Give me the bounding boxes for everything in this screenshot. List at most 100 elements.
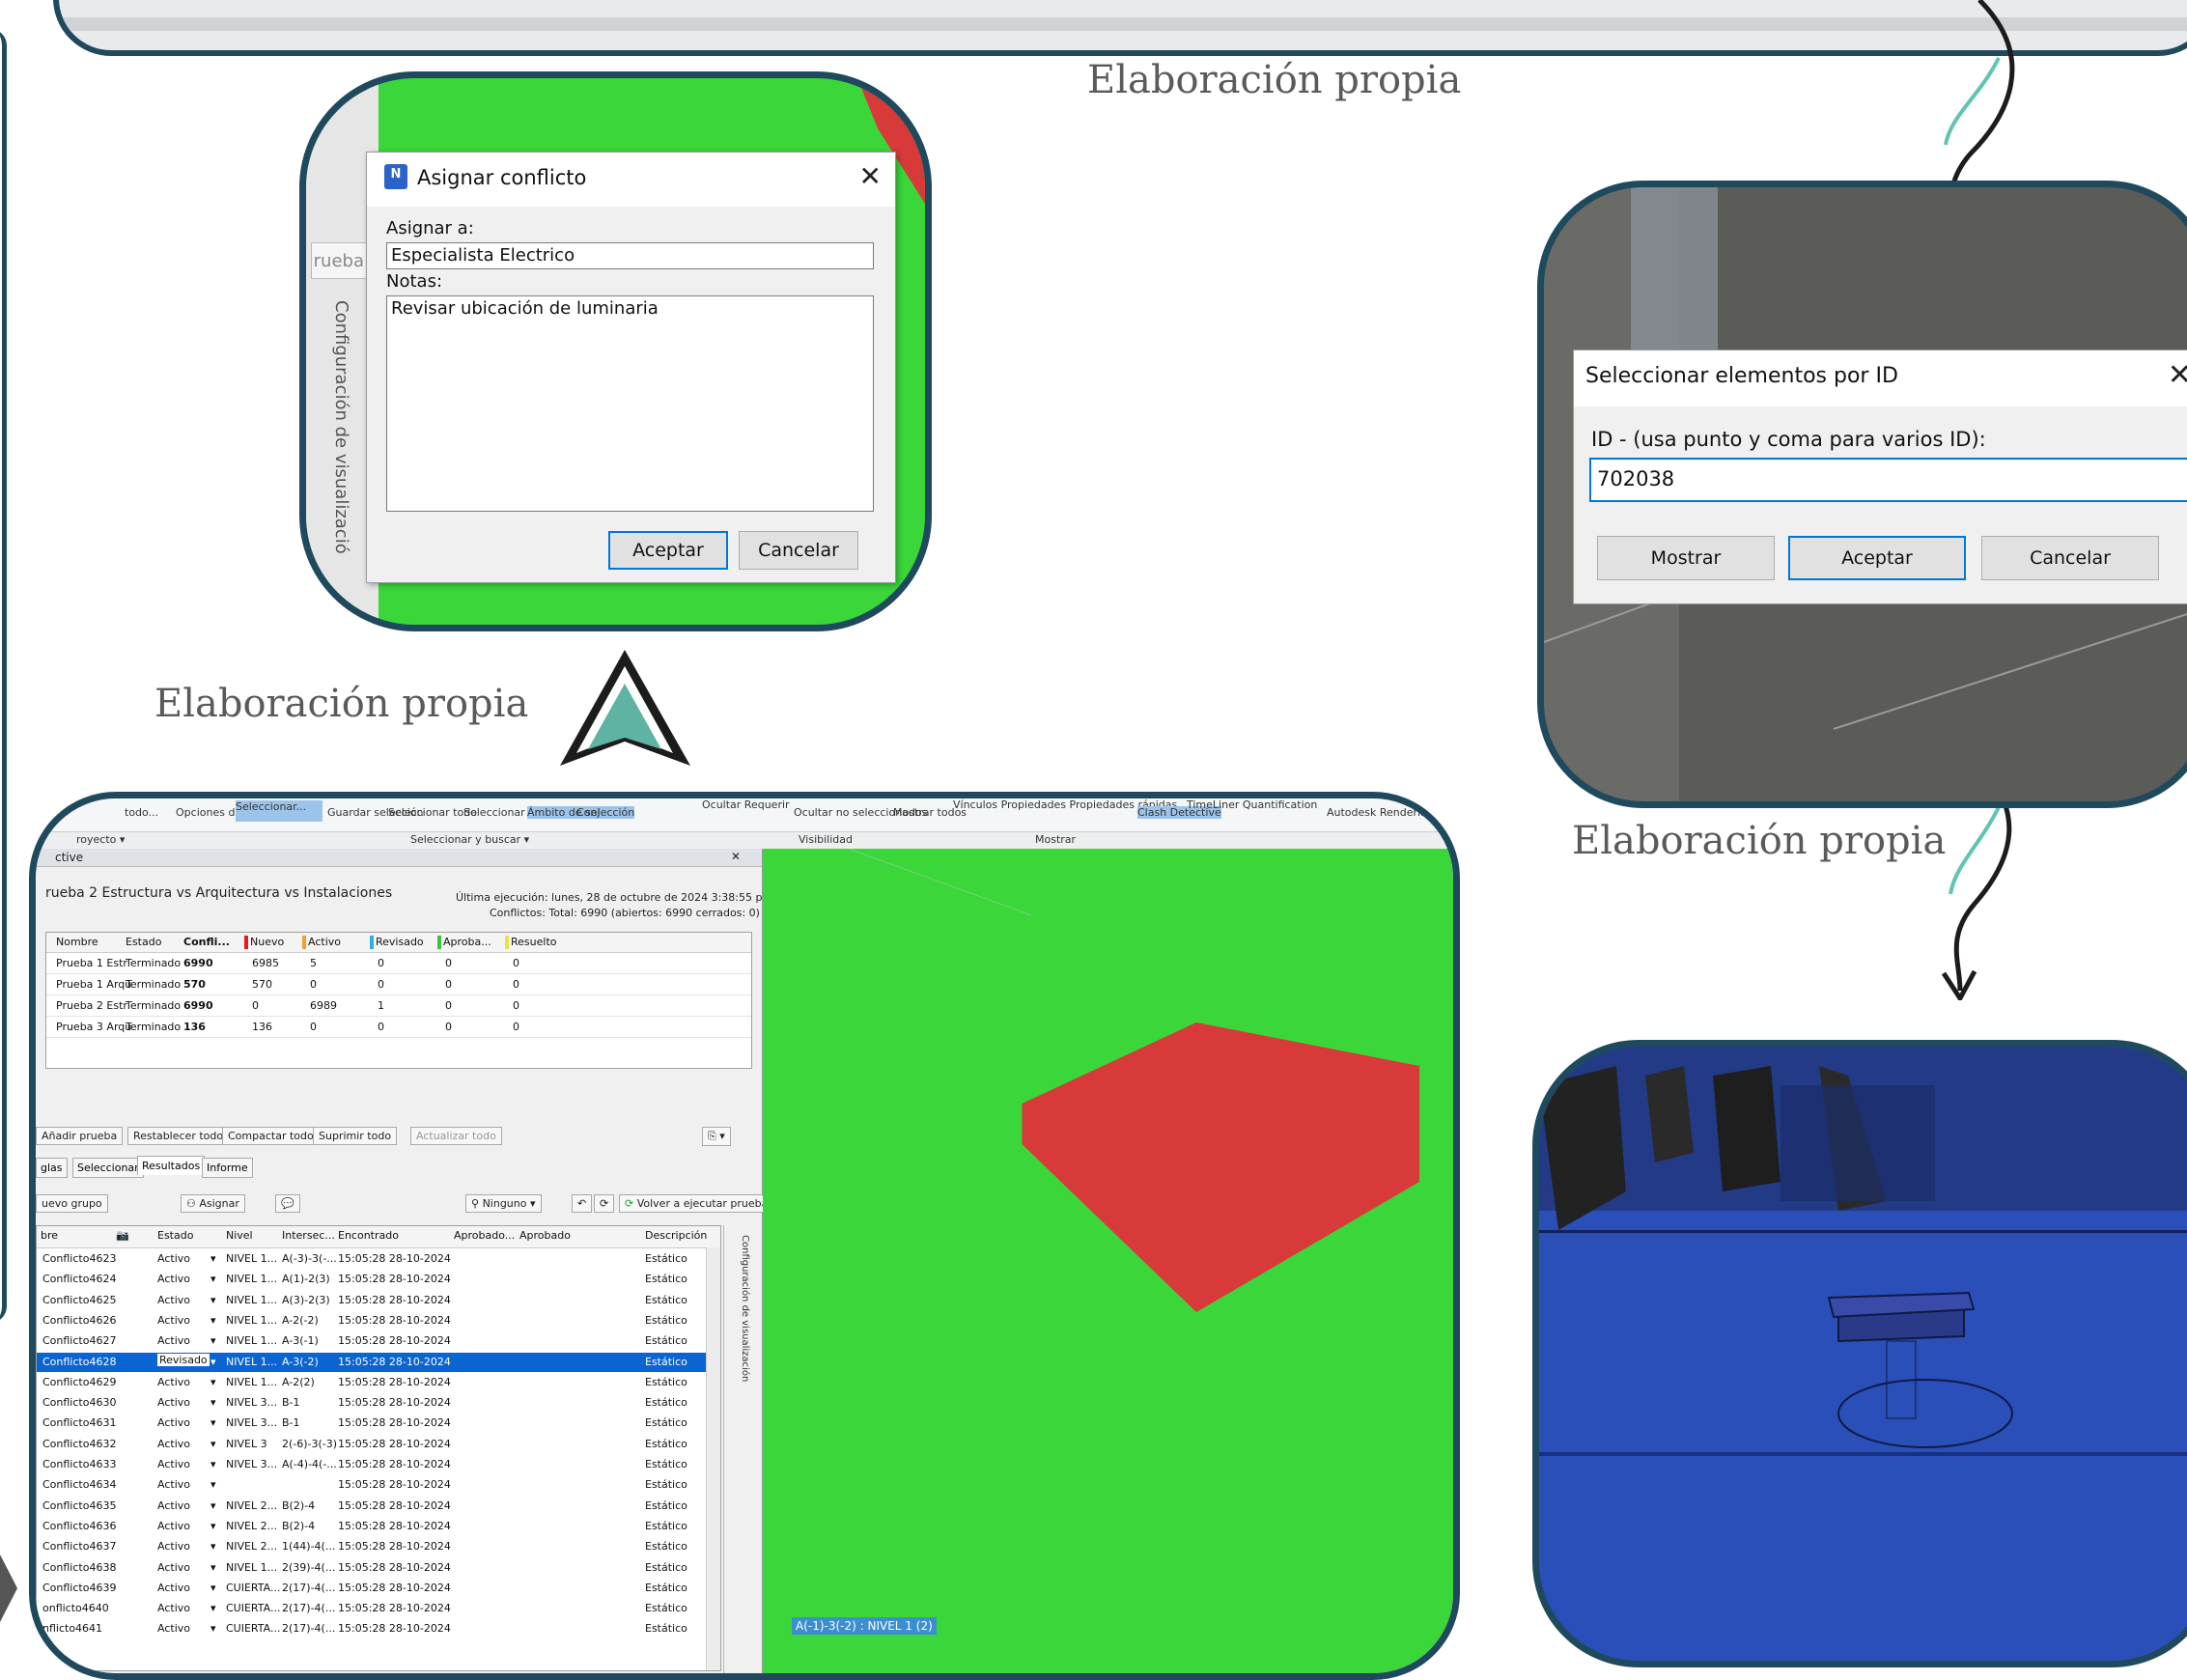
assign-button[interactable]: ⚇ Asignar: [181, 1194, 245, 1213]
status-dropdown-icon[interactable]: ▾: [210, 1334, 216, 1347]
status-dropdown-icon[interactable]: ▾: [210, 1294, 216, 1306]
col-header[interactable]: Confli...: [183, 936, 230, 948]
result-row-selected[interactable]: Conflicto4628 Revisado NIVEL 1... A-3(-2) 15…: [37, 1352, 707, 1372]
col-header[interactable]: Estado: [157, 1229, 193, 1242]
result-row[interactable]: Conflicto4635 Activo NIVEL 2... B(2)-4 15:05…: [37, 1497, 707, 1516]
col-header[interactable]: Nombre: [56, 936, 98, 948]
result-row[interactable]: Conflicto4636 Activo NIVEL 2... B(2)-4 15:05…: [37, 1517, 707, 1536]
test-row[interactable]: Prueba 2 Estr Terminado 6990 0 6989 1 0 0: [46, 996, 751, 1017]
result-cell: Activo: [157, 1519, 190, 1532]
result-row[interactable]: onflicto4640 Activo CUIERTA... 2(17)-4(... 1…: [37, 1599, 707, 1618]
result-row[interactable]: Conflicto4623 Activo NIVEL 1... A(-3)-3(-..…: [37, 1249, 707, 1269]
col-header[interactable]: Descripción: [645, 1229, 707, 1242]
3d-viewport[interactable]: A(-1)-3(-2) : NIVEL 1 (2): [763, 849, 1453, 1673]
ribbon-item[interactable]: todo...: [125, 806, 158, 819]
result-row[interactable]: Conflicto4637 Activo NIVEL 2... 1(44)-4(...…: [37, 1537, 707, 1556]
refresh-icon[interactable]: ⟳: [594, 1194, 615, 1213]
col-header[interactable]: bre: [41, 1229, 58, 1242]
test-action-button[interactable]: Actualizar todo: [410, 1127, 502, 1145]
result-row[interactable]: Conflicto4631 Activo NIVEL 3... B-1 15:05:28…: [37, 1414, 707, 1433]
status-dropdown-icon[interactable]: ▾: [210, 1499, 216, 1512]
status-dropdown-icon[interactable]: ▾: [210, 1376, 216, 1388]
group-label[interactable]: Seleccionar y buscar ▾: [410, 833, 529, 846]
new-group-button[interactable]: uevo grupo: [36, 1194, 108, 1213]
status-dropdown-icon[interactable]: ▾: [210, 1438, 216, 1450]
group-label[interactable]: royecto ▾: [76, 833, 125, 846]
test-action-button[interactable]: Restablecer todo: [127, 1127, 230, 1145]
cancel-button[interactable]: Cancelar: [1981, 536, 2159, 580]
test-action-button[interactable]: Suprimir todo: [313, 1127, 398, 1145]
result-row[interactable]: Conflicto4630 Activo NIVEL 3... B-1 15:05:28…: [37, 1393, 707, 1413]
test-action-button[interactable]: Compactar todo: [222, 1127, 320, 1145]
ribbon-item-selected[interactable]: Seleccionar...: [236, 800, 322, 822]
col-header[interactable]: Aprobado...: [454, 1229, 515, 1242]
show-button[interactable]: Mostrar: [1597, 536, 1775, 580]
result-row[interactable]: Conflicto4625 Activo NIVEL 1... A(3)-2(3) 15…: [37, 1291, 707, 1310]
close-icon[interactable]: ✕: [731, 850, 741, 863]
test-action-button[interactable]: Añadir prueba: [36, 1127, 124, 1145]
status-dropdown-icon[interactable]: ▾: [210, 1314, 216, 1327]
result-cell: 15:05:28 28-10-2024: [338, 1416, 451, 1430]
status-dropdown-icon[interactable]: ▾: [210, 1540, 216, 1553]
col-header[interactable]: Aprobado: [519, 1229, 571, 1242]
tab-reglas[interactable]: glas: [36, 1158, 68, 1178]
status-dropdown-icon[interactable]: ▾: [210, 1458, 216, 1470]
status-dropdown-icon[interactable]: ▾: [210, 1416, 216, 1429]
accept-button[interactable]: Aceptar: [1788, 536, 1966, 580]
ribbon-item[interactable]: Ocultar Requerir: [702, 798, 790, 811]
results-scrollbar[interactable]: [706, 1247, 720, 1670]
status-dropdown-icon[interactable]: ▾: [210, 1582, 216, 1594]
test-row[interactable]: Prueba 3 Arqu Terminado 136 136 0 0 0 0: [46, 1018, 751, 1038]
col-header[interactable]: Intersec...: [282, 1229, 335, 1242]
result-row[interactable]: Conflicto4633 Activo NIVEL 3... A(-4)-4(-..…: [37, 1455, 707, 1474]
notes-textarea[interactable]: Revisar ubicación de luminaria: [386, 295, 874, 512]
result-row[interactable]: Conflicto4639 Activo CUIERTA... 2(17)-4(...…: [37, 1579, 707, 1598]
col-header[interactable]: Nivel: [226, 1229, 253, 1242]
result-row[interactable]: Conflicto4626 Activo NIVEL 1... A-2(-2) 15:0…: [37, 1311, 707, 1330]
status-dropdown-icon[interactable]: ▾: [210, 1252, 216, 1265]
close-icon[interactable]: ✕: [859, 160, 882, 192]
col-header[interactable]: Nuevo: [250, 936, 284, 948]
result-row[interactable]: nflicto4641 Activo CUIERTA... 2(17)-4(... 15…: [37, 1619, 707, 1638]
status-dropdown-icon[interactable]: ▾: [210, 1520, 216, 1532]
side-tab[interactable]: rueba: [311, 242, 369, 279]
result-row[interactable]: Conflicto4627 Activo NIVEL 1... A-3(-1) 15:0…: [37, 1331, 707, 1351]
status-dropdown-icon[interactable]: ▾: [210, 1602, 216, 1614]
result-row[interactable]: Conflicto4632 Activo NIVEL 3 2(-6)-3(-3) 15:…: [37, 1435, 707, 1454]
col-header[interactable]: Activo: [308, 936, 341, 948]
status-dropdown-icon[interactable]: ▾: [210, 1561, 216, 1574]
status-dropdown-icon[interactable]: ▾: [210, 1396, 216, 1409]
col-header[interactable]: Resuelto: [511, 936, 557, 948]
assign-to-input[interactable]: Especialista Electrico: [386, 242, 874, 269]
last-run: Última ejecución: lunes, 28 de octubre d…: [456, 891, 783, 904]
tab-resultados[interactable]: Resultados: [137, 1156, 206, 1175]
result-row[interactable]: Conflicto4634 Activo 15:05:28 28-10-2024 Es…: [37, 1475, 707, 1495]
result-row[interactable]: Conflicto4624 Activo NIVEL 1... A(1)-2(3) 15…: [37, 1270, 707, 1289]
filter-dropdown[interactable]: ⚲ Ninguno ▾: [465, 1194, 542, 1213]
export-icon[interactable]: ⎘ ▾: [702, 1127, 731, 1146]
col-header[interactable]: Revisado: [376, 936, 424, 948]
ribbon-item[interactable]: Autodesk Rendering: [1327, 806, 1434, 819]
test-row[interactable]: Prueba 1 Estr Terminado 6990 6985 5 0 0 0: [46, 954, 751, 974]
col-header[interactable]: Aproba...: [443, 936, 491, 948]
col-header[interactable]: Encontrado: [338, 1229, 399, 1242]
result-row[interactable]: Conflicto4638 Activo NIVEL 1... 2(39)-4(...…: [37, 1558, 707, 1578]
cancel-button[interactable]: Cancelar: [739, 531, 858, 570]
status-dropdown-icon[interactable]: ▾: [210, 1356, 216, 1368]
undo-icon[interactable]: ↶: [572, 1194, 593, 1213]
tab-informe[interactable]: Informe: [202, 1158, 253, 1178]
id-input[interactable]: 702038: [1589, 458, 2187, 502]
ribbon-item[interactable]: TimeLiner Quantification: [1187, 798, 1317, 811]
test-row[interactable]: Prueba 1 Arqu Terminado 570 570 0 0 0 0: [46, 975, 751, 995]
status-dropdown-icon[interactable]: ▾: [210, 1622, 216, 1635]
accept-button[interactable]: Aceptar: [608, 531, 728, 570]
ribbon-item[interactable]: Conj: [576, 806, 600, 819]
rerun-test-button[interactable]: ⟳ Volver a ejecutar prueba: [619, 1194, 774, 1213]
result-row[interactable]: Conflicto4629 Activo NIVEL 1... A-2(2) 15:05…: [37, 1373, 707, 1392]
status-dropdown-icon[interactable]: ▾: [210, 1273, 216, 1285]
col-header[interactable]: Estado: [126, 936, 161, 948]
status-dropdown-icon[interactable]: ▾: [210, 1478, 216, 1491]
comment-icon[interactable]: 💬: [275, 1194, 300, 1213]
close-icon[interactable]: ✕: [2168, 358, 2187, 392]
tab-seleccionar[interactable]: Seleccionar: [72, 1158, 144, 1178]
